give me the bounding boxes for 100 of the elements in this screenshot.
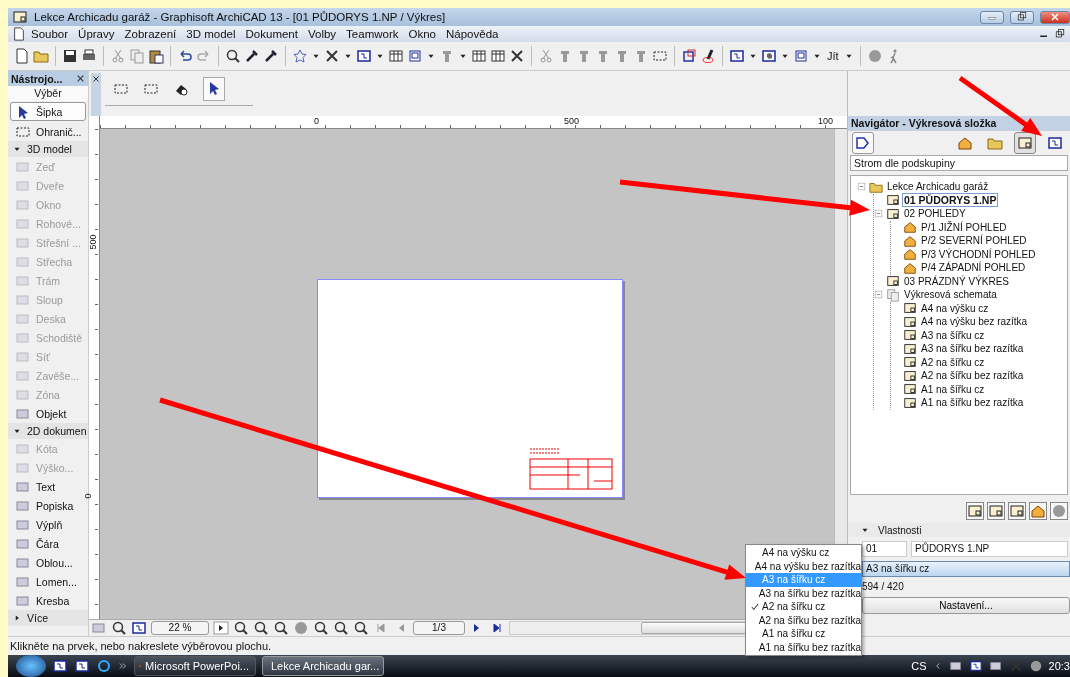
restore-button[interactable]: [1010, 10, 1034, 24]
tree-mode-dropdown[interactable]: Strom dle podskupiny: [850, 155, 1068, 171]
zoom-in-icon[interactable]: [253, 620, 269, 636]
star-icon[interactable]: [292, 48, 308, 64]
pen-icon[interactable]: [700, 48, 716, 64]
group-header[interactable]: Více: [8, 610, 88, 626]
desktop-icon[interactable]: [52, 658, 68, 674]
frame-icon[interactable]: [652, 48, 668, 64]
new-sheet-icon[interactable]: [987, 502, 1005, 520]
tree-item[interactable]: P/1 JIŽNÍ POHLED: [920, 221, 1008, 233]
page-field[interactable]: 1/3: [413, 621, 465, 635]
fit-icon[interactable]: [131, 620, 147, 636]
collapse-icon[interactable]: [857, 182, 866, 192]
tree-item[interactable]: Výkresová schemata: [903, 289, 998, 301]
pipette-icon[interactable]: [244, 48, 260, 64]
window-icon[interactable]: [793, 48, 809, 64]
close-icon[interactable]: [92, 75, 100, 83]
undo-icon[interactable]: [177, 48, 193, 64]
goto-dropdown[interactable]: Jít: [825, 50, 841, 62]
syringe-icon[interactable]: [263, 48, 279, 64]
taskbar-button[interactable]: Lekce Archicadu gar...: [262, 656, 384, 676]
browser-icon[interactable]: [96, 658, 112, 674]
collapse-icon[interactable]: [874, 290, 883, 300]
tree-item[interactable]: A3 na šířku cz: [920, 329, 986, 341]
zoom-fit-icon[interactable]: [313, 620, 329, 636]
save-icon[interactable]: [62, 48, 78, 64]
menu-item[interactable]: Nápověda: [441, 28, 504, 40]
tree-item[interactable]: 02 POHLEDY: [903, 208, 967, 220]
monitor-icon[interactable]: [74, 658, 90, 674]
menu-item[interactable]: A2 na šířku cz: [746, 600, 861, 614]
tree-item[interactable]: A2 na šířku bez razítka: [920, 370, 1025, 382]
tree-item[interactable]: P/2 SEVERNÍ POHLED: [920, 235, 1028, 247]
tray-icon[interactable]: [948, 659, 963, 673]
rectangle-icon[interactable]: [143, 81, 159, 97]
zoom-forward-icon[interactable]: [353, 620, 369, 636]
menu-item[interactable]: 3D model: [181, 28, 241, 40]
frame-icon[interactable]: [407, 48, 423, 64]
properties-header[interactable]: Vlastnosti: [848, 523, 1070, 537]
group-header[interactable]: 3D model: [8, 141, 88, 157]
menu-item[interactable]: Volby: [302, 28, 342, 40]
settings-button[interactable]: Nastavení...: [862, 597, 1070, 614]
close-icon[interactable]: [509, 48, 525, 64]
tool-item[interactable]: Kresba: [8, 591, 88, 610]
minimize-button[interactable]: [980, 10, 1004, 24]
cube-icon[interactable]: [761, 48, 777, 64]
language-indicator[interactable]: CS: [911, 660, 927, 672]
magnifier-icon[interactable]: [225, 48, 241, 64]
open-folder-icon[interactable]: [33, 48, 49, 64]
tree-item[interactable]: P/3 VÝCHODNÍ POHLED: [920, 248, 1037, 260]
tree-item[interactable]: A4 na výšku bez razítka: [920, 316, 1029, 328]
frame-icon[interactable]: [356, 48, 372, 64]
menu-item[interactable]: Zobrazení: [119, 28, 182, 40]
tool-item[interactable]: Objekt: [8, 404, 88, 423]
name-field[interactable]: PŮDORYS 1.NP: [911, 541, 1068, 557]
palette-tab[interactable]: Výběr: [8, 86, 88, 101]
close-icon[interactable]: [76, 74, 85, 83]
menu-item[interactable]: A2 na šířku bez razítka: [746, 613, 861, 627]
collapse-icon[interactable]: [874, 209, 883, 219]
tree-item[interactable]: Lekce Archicadu garáž: [886, 181, 990, 193]
frame-icon[interactable]: [729, 48, 745, 64]
menu-item[interactable]: Teamwork: [341, 28, 404, 40]
tool-item[interactable]: Čára: [8, 534, 88, 553]
tray-icon[interactable]: [968, 659, 983, 673]
menu-item[interactable]: A1 na šířku cz: [746, 627, 861, 641]
close-button[interactable]: [1040, 10, 1070, 24]
tree-item[interactable]: 03 PRÁZDNÝ VÝKRES: [903, 275, 1011, 287]
chevron-icon[interactable]: [118, 661, 128, 671]
menu-item[interactable]: A3 na šířku bez razítka: [746, 586, 861, 600]
menu-item[interactable]: A1 na šířku bez razítka: [746, 640, 861, 654]
paste-icon[interactable]: [148, 48, 164, 64]
zoom-back-icon[interactable]: [333, 620, 349, 636]
tool-item[interactable]: Ohranič...: [8, 122, 88, 141]
tool-item[interactable]: Šipka: [10, 102, 86, 121]
sheet-icon[interactable]: [966, 502, 984, 520]
taskbar-button[interactable]: Microsoft PowerPoi...: [134, 656, 256, 676]
tool-item[interactable]: Lomen...: [8, 572, 88, 591]
tree-item[interactable]: A3 na šířku bez razítka: [920, 343, 1025, 355]
zoom-out-icon[interactable]: [273, 620, 289, 636]
view-button[interactable]: [1014, 132, 1036, 154]
publish-button[interactable]: [852, 132, 874, 154]
master-dropdown[interactable]: A3 na šířku cz: [862, 561, 1070, 577]
next-icon[interactable]: [213, 620, 229, 636]
new-sheet-icon[interactable]: [1008, 502, 1026, 520]
tree-item[interactable]: A2 na šířku cz: [920, 356, 986, 368]
grid-icon[interactable]: [471, 48, 487, 64]
restore-icon[interactable]: [1054, 28, 1066, 40]
new-file-icon[interactable]: [14, 48, 30, 64]
tree-item[interactable]: A4 na výšku cz: [920, 302, 990, 314]
box-icon[interactable]: [681, 48, 697, 64]
zoom-in-icon[interactable]: [233, 620, 249, 636]
circle-icon[interactable]: [1050, 502, 1068, 520]
tree-item[interactable]: P/4 ZÁPADNÍ POHLED: [920, 262, 1027, 274]
id-field[interactable]: 01: [862, 541, 907, 557]
zoom-page-icon[interactable]: [111, 620, 127, 636]
tool-item[interactable]: Výplň: [8, 515, 88, 534]
menu-item[interactable]: Okno: [403, 28, 441, 40]
tree-item[interactable]: 01 PŮDORYS 1.NP: [903, 194, 998, 207]
menu-item[interactable]: A4 na výšku bez razítka: [746, 559, 861, 573]
menu-item[interactable]: Soubor: [26, 28, 74, 40]
start-button[interactable]: [16, 655, 46, 677]
